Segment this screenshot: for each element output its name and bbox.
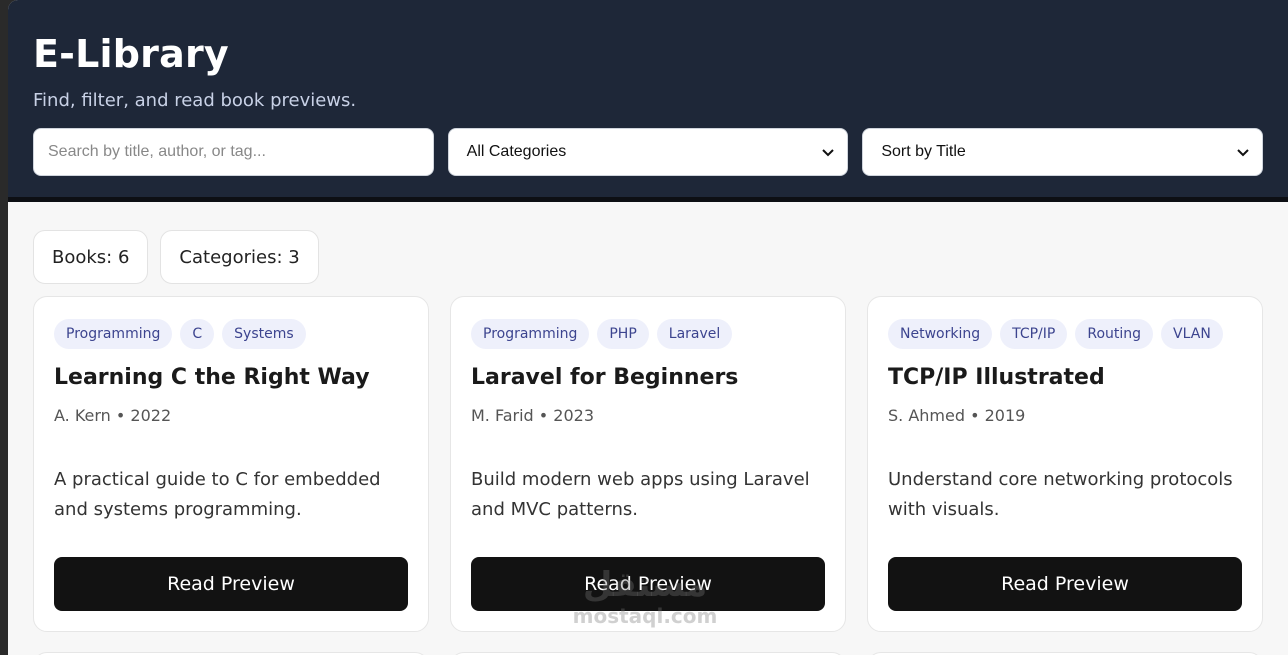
book-grid: Programming C Systems Learning C the Rig… [8,284,1288,632]
read-preview-button[interactable]: Read Preview [888,557,1242,611]
book-description: Build modern web apps using Laravel and … [471,469,810,520]
sort-select[interactable]: Sort by Title [862,128,1263,176]
tag[interactable]: Programming [471,319,590,349]
search-input[interactable] [33,128,434,176]
books-count-badge: Books: 6 [33,230,149,284]
filter-controls: All Categories Sort by Title [33,128,1263,176]
page-title: E-Library [33,32,229,76]
read-preview-button[interactable]: Read Preview [471,557,825,611]
book-description: Understand core networking protocols wit… [888,469,1233,520]
read-preview-button[interactable]: Read Preview [54,557,408,611]
tag[interactable]: Programming [54,319,173,349]
sort-select-value: Sort by Title [881,143,966,160]
categories-count-badge: Categories: 3 [160,230,319,284]
tag[interactable]: C [180,319,215,349]
page-subtitle: Find, filter, and read book previews. [33,90,357,111]
book-meta: M. Farid • 2023 [471,406,595,425]
book-title: Laravel for Beginners [471,365,739,390]
tag-list: Programming C Systems [54,319,408,349]
tag[interactable]: VLAN [1161,319,1223,349]
book-title: Learning C the Right Way [54,365,370,390]
book-meta: A. Kern • 2022 [54,406,172,425]
book-card: Programming PHP Laravel Laravel for Begi… [450,296,846,632]
book-meta: S. Ahmed • 2019 [888,406,1026,425]
page: E-Library Find, filter, and read book pr… [8,0,1288,655]
tag-list: Networking TCP/IP Routing VLAN [888,319,1242,349]
book-grid-row-2 [8,632,1288,655]
category-select-value: All Categories [466,143,567,160]
tag[interactable]: Systems [222,319,306,349]
book-card: Networking TCP/IP Routing VLAN TCP/IP Il… [867,296,1263,632]
chevron-down-icon [1237,149,1249,157]
tag[interactable]: PHP [597,319,649,349]
book-card: Programming C Systems Learning C the Rig… [33,296,429,632]
stats-bar: Books: 6 Categories: 3 [8,202,1288,284]
category-select[interactable]: All Categories [447,128,849,176]
tag[interactable]: TCP/IP [1000,319,1068,349]
tag[interactable]: Laravel [656,319,733,349]
header: E-Library Find, filter, and read book pr… [8,0,1288,202]
chevron-down-icon [822,149,835,157]
tag-list: Programming PHP Laravel [471,319,825,349]
book-title: TCP/IP Illustrated [888,365,1105,390]
tag[interactable]: Networking [888,319,993,349]
tag[interactable]: Routing [1075,319,1154,349]
book-description: A practical guide to C for embedded and … [54,469,381,520]
